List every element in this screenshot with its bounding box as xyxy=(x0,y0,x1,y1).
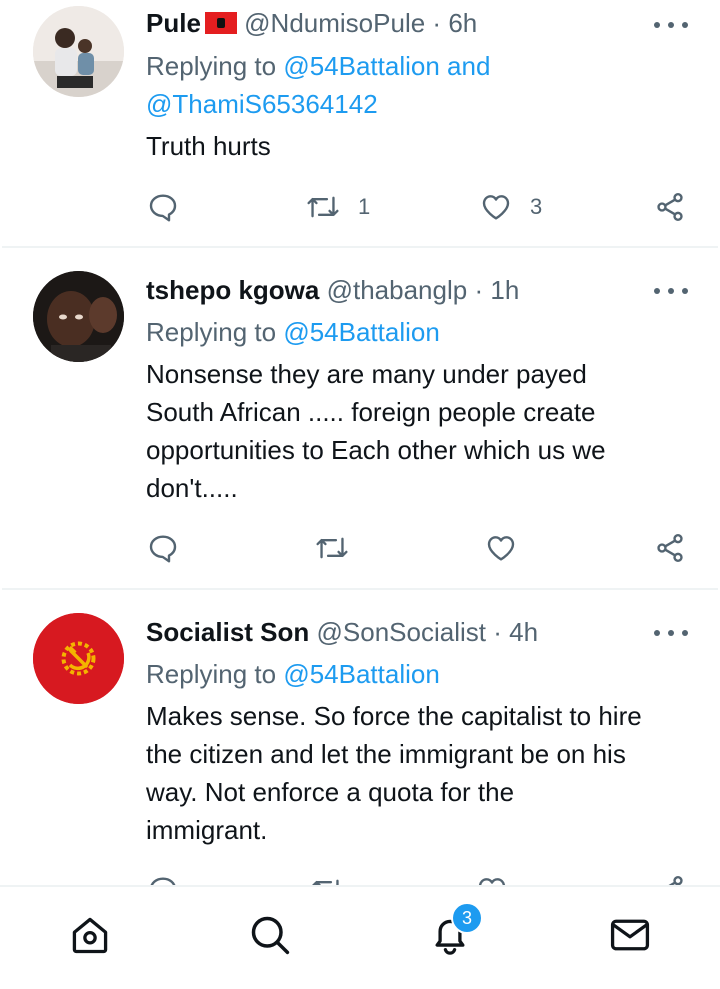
home-icon xyxy=(72,917,108,954)
retweet-count: 1 xyxy=(358,194,371,219)
replying-prefix: Replying to xyxy=(146,51,277,81)
tweet-text-line: immigrant. xyxy=(146,815,268,845)
author-name[interactable]: tshepo kgowa xyxy=(146,275,319,305)
hammer-sickle-gear-icon xyxy=(33,613,124,704)
like-button[interactable]: 3 xyxy=(480,191,542,223)
retweet-icon xyxy=(307,196,339,218)
reply-button[interactable] xyxy=(147,191,179,223)
tweet-text-line: Makes sense. So force the capitalist to … xyxy=(146,701,642,731)
retweet-icon xyxy=(312,879,339,885)
heart-icon xyxy=(487,536,515,561)
albania-flag-icon xyxy=(204,12,237,35)
more-options-icon[interactable] xyxy=(654,627,688,639)
retweet-button[interactable] xyxy=(310,874,344,885)
tweet-time[interactable]: 1h xyxy=(490,275,519,305)
tweet-header: Socialist Son @SonSocialist · 4h xyxy=(146,613,538,651)
like-button[interactable] xyxy=(485,532,517,564)
separator-dot: · xyxy=(474,275,484,305)
reply-icon xyxy=(149,535,177,563)
replying-to: Replying to @54Battalion xyxy=(146,655,440,693)
search-icon xyxy=(251,916,290,955)
tweet-text-line: don't..... xyxy=(146,473,238,503)
replying-to: Replying to @54Battalion xyxy=(146,313,440,351)
separator-dot: · xyxy=(432,8,442,38)
avatar[interactable] xyxy=(33,271,124,362)
reply-icon xyxy=(149,194,177,222)
mention-link[interactable]: @ThamiS65364142 xyxy=(146,89,378,119)
mention-link[interactable]: @54Battalion xyxy=(283,659,440,689)
share-button[interactable] xyxy=(654,874,686,885)
tweet-text-line: way. Not enforce a quota for the xyxy=(146,777,515,807)
like-button[interactable] xyxy=(476,874,508,885)
retweet-button[interactable] xyxy=(315,532,349,564)
replying-prefix: Replying to xyxy=(146,659,277,689)
reply-button[interactable] xyxy=(147,874,179,885)
tweet-text-line: Truth hurts xyxy=(146,131,271,161)
tweet-time[interactable]: 4h xyxy=(509,617,538,647)
avatar-photo xyxy=(33,271,124,362)
like-count: 3 xyxy=(530,194,543,219)
more-options-icon[interactable] xyxy=(654,19,688,31)
avatar[interactable] xyxy=(33,613,124,704)
share-button[interactable] xyxy=(654,532,686,564)
nav-home[interactable] xyxy=(68,913,112,962)
tweet-text-line: South African ..... foreign people creat… xyxy=(146,397,596,427)
replying-to: Replying to @54Battalion and xyxy=(146,47,490,85)
mention-link[interactable]: @54Battalion xyxy=(283,317,440,347)
author-name[interactable]: Socialist Son xyxy=(146,617,309,647)
share-button[interactable] xyxy=(654,191,686,223)
replying-prefix: Replying to xyxy=(146,317,277,347)
tweet-time[interactable]: 6h xyxy=(448,8,477,38)
author-name[interactable]: Pule xyxy=(146,8,201,38)
nav-search[interactable] xyxy=(248,913,292,962)
share-icon xyxy=(657,193,683,221)
replying-to-continued: @ThamiS65364142 xyxy=(146,85,378,123)
retweet-icon xyxy=(316,537,348,559)
more-options-icon[interactable] xyxy=(654,285,688,297)
tweet-text-line: opportunities to Each other which us we xyxy=(146,435,606,465)
share-icon xyxy=(668,876,683,885)
author-handle[interactable]: @NdumisoPule xyxy=(244,8,425,38)
avatar-photo xyxy=(33,6,124,97)
reply-icon xyxy=(150,877,176,885)
notification-badge: 3 xyxy=(451,902,483,934)
tweet-header: tshepo kgowa @thabanglp · 1h xyxy=(146,271,519,309)
separator-dot: · xyxy=(493,617,502,647)
heart-icon xyxy=(478,878,506,885)
tweet-divider xyxy=(2,246,718,248)
tweet-text-line: Nonsense they are many under payed xyxy=(146,359,587,389)
timeline-feed: Pule @NdumisoPule · 6h Replying to @54Ba… xyxy=(0,0,720,885)
retweet-button[interactable]: 1 xyxy=(306,191,370,223)
bottom-navigation xyxy=(0,885,720,989)
mail-icon xyxy=(610,919,650,951)
tweet-divider xyxy=(2,588,718,590)
share-icon xyxy=(657,534,683,562)
heart-icon xyxy=(482,195,510,220)
author-handle[interactable]: @SonSocialist xyxy=(317,617,486,647)
tweet-text-line: the citizen and let the immigrant be on … xyxy=(146,739,626,769)
tweet-header: Pule @NdumisoPule · 6h xyxy=(146,4,477,42)
author-handle[interactable]: @thabanglp xyxy=(327,275,468,305)
nav-messages[interactable] xyxy=(608,913,652,962)
avatar[interactable] xyxy=(33,6,124,97)
reply-button[interactable] xyxy=(147,532,179,564)
mention-link[interactable]: @54Battalion and xyxy=(283,51,490,81)
